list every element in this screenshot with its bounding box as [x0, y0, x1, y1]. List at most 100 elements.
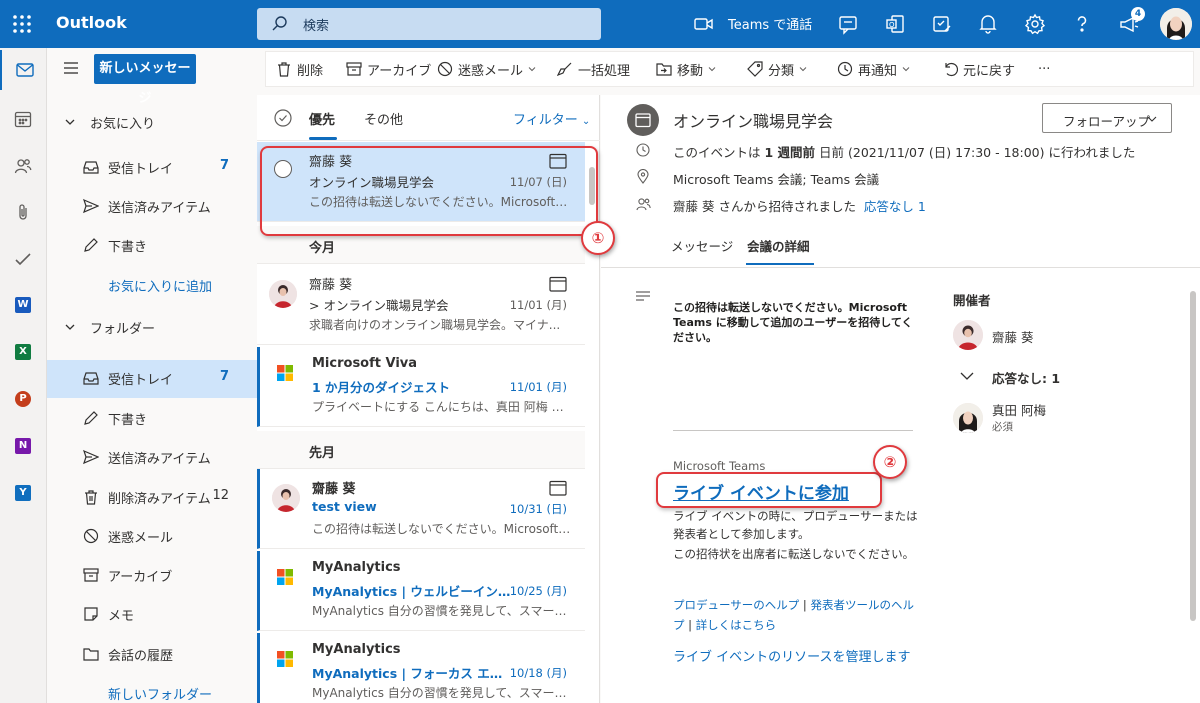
message-item[interactable]: MyAnalytics MyAnalytics | ウェルビーイング ... 1… [257, 551, 585, 631]
fav-drafts[interactable]: 下書き [47, 227, 257, 263]
chevron-down-icon: ⌄ [581, 116, 591, 127]
search-icon [271, 15, 289, 33]
feedback-icon[interactable] [836, 12, 860, 36]
move-folder-icon [656, 63, 672, 76]
delete-button[interactable]: 削除 [276, 52, 323, 86]
reading-scrollbar[interactable] [1190, 291, 1196, 621]
avatar [272, 484, 300, 512]
hamburger-icon[interactable] [63, 61, 79, 75]
response-link[interactable]: 応答なし 1 [864, 199, 926, 214]
mail-icon [16, 63, 34, 77]
divider [673, 430, 913, 431]
folder-icon [83, 648, 99, 661]
attach-icon [19, 204, 27, 220]
divider [601, 267, 1200, 268]
event-time: このイベントは 1 週間前 日前 (2021/11/07 (日) 17:30 -… [673, 145, 1136, 160]
folder-sent[interactable]: 送信済みアイテム [47, 439, 257, 475]
no-response-count[interactable]: 応答なし: 1 [992, 368, 1060, 387]
move-button[interactable]: 移動 [656, 52, 716, 86]
message-item[interactable]: 齋藤 葵 test view 10/31 (日) この招待は転送しないでください… [257, 469, 585, 549]
folder-deleted[interactable]: 削除済みアイテム 12 [47, 479, 257, 515]
snooze-button[interactable]: 再通知 [837, 52, 910, 86]
files-app-button[interactable] [0, 191, 47, 231]
location-icon [637, 169, 649, 184]
help-icon[interactable] [1070, 12, 1094, 36]
folders-section[interactable]: フォルダー [47, 309, 257, 345]
archive-icon [83, 568, 99, 582]
select-all-icon[interactable] [274, 109, 292, 127]
command-bar: 削除 アーカイブ 迷惑メール 一括処理 移動 分類 再通知 元に戻す ··· [265, 51, 1194, 87]
undo-button[interactable]: 元に戻す [942, 52, 1015, 86]
tab-other[interactable]: その他 [364, 109, 403, 128]
people-icon [636, 198, 651, 211]
clock-icon [837, 61, 853, 77]
add-favorite-link[interactable]: お気に入りに追加 [108, 276, 212, 295]
attendee-avatar[interactable] [953, 403, 983, 433]
filter-button[interactable]: フィルター ⌄ [513, 109, 590, 128]
video-call-icon[interactable] [692, 12, 716, 36]
top-bar: Outlook 検索 Teams で通話 O 4 [0, 0, 1200, 48]
my-day-icon[interactable] [930, 12, 954, 36]
tab-focused[interactable]: 優先 [309, 109, 335, 128]
folder-inbox[interactable]: 受信トレイ 7 [47, 360, 257, 398]
new-folder-link[interactable]: 新しいフォルダー [108, 684, 212, 703]
app-title[interactable]: Outlook [56, 13, 127, 32]
excel-app-button[interactable]: X [0, 332, 47, 372]
word-app-button[interactable]: W [0, 285, 47, 325]
folder-conversation-history[interactable]: 会話の履歴 [47, 636, 257, 672]
producer-help-link[interactable]: プロデューサーのヘルプ [673, 598, 799, 612]
sweep-button[interactable]: 一括処理 [557, 52, 630, 86]
message-subject: > オンライン職場見学会 [309, 298, 449, 313]
microsoft-logo-icon [277, 651, 293, 667]
meeting-instructions: ライブ イベントの時に、プロデューサーまたは発表者として参加します。 [673, 509, 918, 541]
tab-meeting-details[interactable]: 会議の詳細 [747, 236, 810, 255]
description-icon [636, 291, 650, 301]
follow-up-button[interactable]: フォローアップ [1042, 103, 1172, 133]
calendar-icon [549, 480, 567, 496]
unread-count: 7 [219, 369, 229, 384]
favorites-section[interactable]: お気に入り [47, 104, 257, 140]
reading-pane: オンライン職場見学会 フォローアップ このイベントは 1 週間前 日前 (202… [601, 95, 1200, 703]
yammer-app-button[interactable]: Y [0, 473, 47, 513]
folder-notes[interactable]: メモ [47, 596, 257, 632]
todo-app-button[interactable] [0, 238, 47, 278]
yammer-icon: Y [15, 485, 31, 501]
calendar-app-button[interactable] [0, 98, 47, 138]
new-message-button[interactable]: 新しいメッセージ [94, 54, 196, 106]
chevron-down-icon [799, 67, 807, 72]
group-header[interactable]: 先月 [257, 431, 585, 469]
powerpoint-app-button[interactable]: P [0, 379, 47, 419]
search-box[interactable]: 検索 [257, 8, 601, 40]
tab-message[interactable]: メッセージ [671, 236, 733, 255]
message-item[interactable]: MyAnalytics MyAnalytics | フォーカス エディ... 1… [257, 633, 585, 703]
bell-icon[interactable] [976, 12, 1000, 36]
profile-avatar[interactable] [1160, 8, 1192, 40]
chevron-down-icon[interactable] [960, 371, 974, 381]
learn-more-link[interactable]: 詳しくはこちら [696, 618, 777, 632]
event-icon [627, 104, 659, 136]
teams-label: Microsoft Teams [673, 459, 766, 473]
office-icon[interactable]: O [883, 12, 907, 36]
mail-app-button[interactable] [0, 50, 47, 90]
categorize-button[interactable]: 分類 [747, 52, 807, 86]
onenote-app-button[interactable]: N [0, 426, 47, 466]
message-item[interactable]: 齋藤 葵 > オンライン職場見学会 11/01 (月) 求職者向けのオンライン職… [257, 265, 585, 345]
teams-call-button[interactable]: Teams で通話 [728, 14, 812, 33]
junk-button[interactable]: 迷惑メール [437, 52, 536, 86]
trash-icon [278, 62, 290, 77]
folder-drafts[interactable]: 下書き [47, 400, 257, 436]
message-item[interactable]: Microsoft Viva 1 か月分のダイジェスト 11/01 (月) プラ… [257, 347, 585, 427]
microsoft-logo-icon [277, 365, 293, 381]
folder-junk[interactable]: 迷惑メール [47, 518, 257, 554]
fav-sent[interactable]: 送信済みアイテム [47, 188, 257, 224]
fav-inbox[interactable]: 受信トレイ 7 [47, 149, 257, 185]
manage-resources-link[interactable]: ライブ イベントのリソースを管理します [673, 648, 918, 668]
folder-archive[interactable]: アーカイブ [47, 557, 257, 593]
calendar-icon [549, 276, 567, 292]
gear-icon[interactable] [1023, 12, 1047, 36]
organizer-avatar[interactable] [953, 320, 983, 350]
app-launcher-icon[interactable] [10, 12, 34, 36]
more-actions-button[interactable]: ··· [1038, 52, 1050, 86]
people-app-button[interactable] [0, 145, 47, 185]
archive-button[interactable]: アーカイブ [346, 52, 431, 86]
